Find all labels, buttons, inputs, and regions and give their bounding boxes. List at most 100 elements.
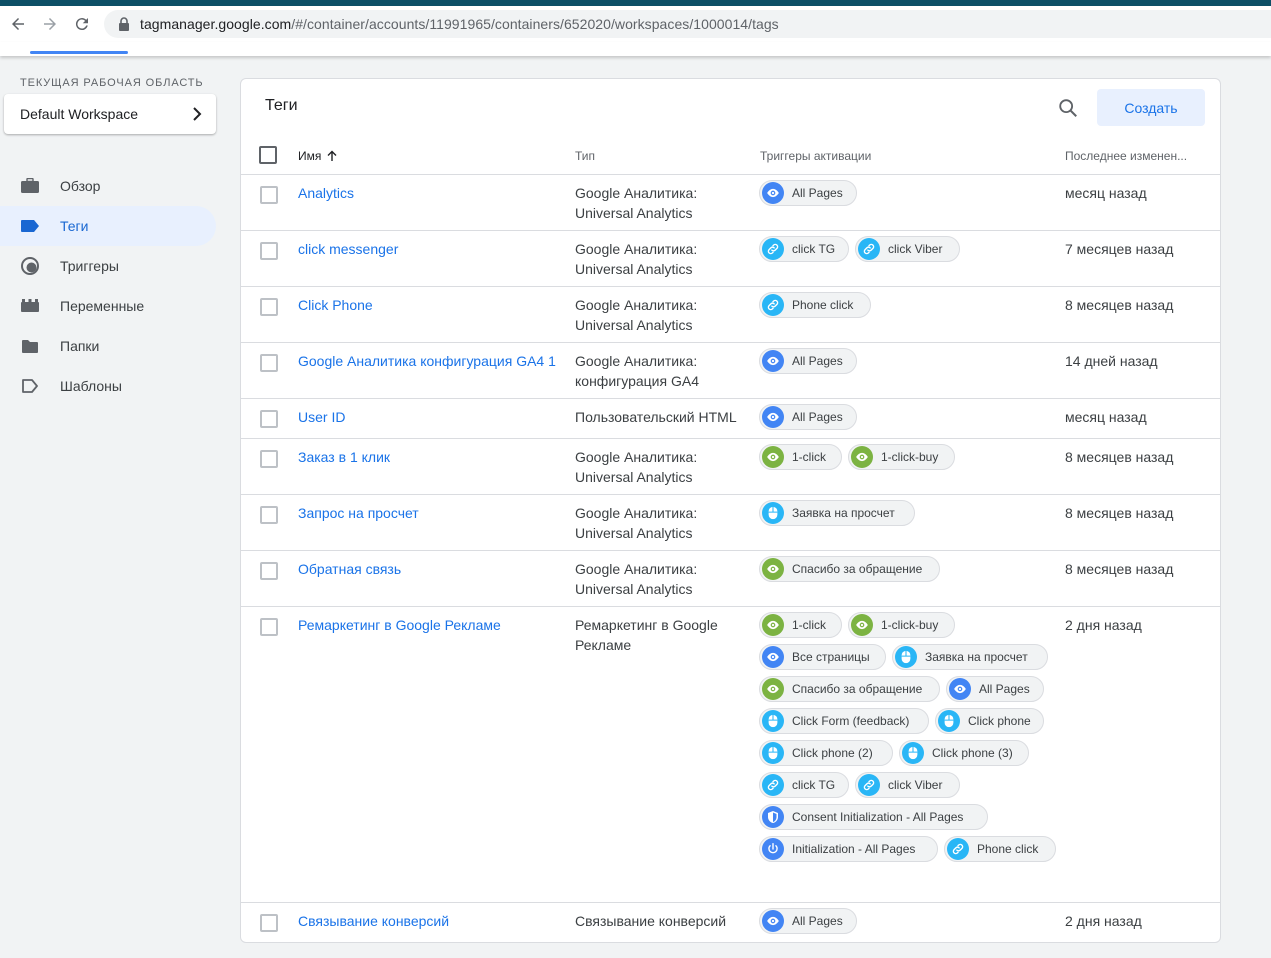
column-header-type[interactable]: Тип xyxy=(575,149,595,163)
row-checkbox[interactable] xyxy=(260,410,278,428)
trigger-chip[interactable]: Заявка на просчет xyxy=(892,644,1048,670)
last-edited: 8 месяцев назад xyxy=(1065,561,1174,577)
back-button[interactable] xyxy=(2,8,34,40)
trigger-chip[interactable]: Все страницы xyxy=(759,644,886,670)
trigger-chip[interactable]: All Pages xyxy=(759,908,857,934)
table-row[interactable]: User ID Пользовательский HTML All Pages мес… xyxy=(241,399,1220,439)
sidebar-item-triggers[interactable]: Триггеры xyxy=(0,246,230,286)
trigger-chip[interactable]: click Viber xyxy=(855,236,960,262)
row-checkbox[interactable] xyxy=(260,562,278,580)
row-checkbox[interactable] xyxy=(260,506,278,524)
trigger-chip[interactable]: Phone click xyxy=(944,836,1056,862)
table-row[interactable]: Запрос на просчет Google Аналитика: Unive… xyxy=(241,495,1220,551)
trigger-chip[interactable]: All Pages xyxy=(946,676,1044,702)
trigger-chip-label: Заявка на просчет xyxy=(925,650,1028,664)
trigger-chip[interactable]: click TG xyxy=(759,236,849,262)
column-header-name-label: Имя xyxy=(298,149,322,163)
trigger-chip[interactable]: 1-click-buy xyxy=(848,612,955,638)
sidebar-item-folders[interactable]: Папки xyxy=(0,326,230,366)
mouse-icon xyxy=(938,710,960,732)
trigger-chip[interactable]: Click phone (2) xyxy=(759,740,893,766)
tag-name-link[interactable]: click messenger xyxy=(298,241,398,257)
eye-icon xyxy=(762,446,784,468)
workspace-selector[interactable]: Default Workspace xyxy=(4,94,216,134)
sidebar-item-tags[interactable]: Теги xyxy=(0,206,216,246)
trigger-chip[interactable]: Спасибо за обращение xyxy=(759,556,940,582)
row-checkbox[interactable] xyxy=(260,298,278,316)
trigger-chip[interactable]: 1-click xyxy=(759,444,842,470)
table-row[interactable]: Analytics Google Аналитика: Universal Ana… xyxy=(241,175,1220,231)
folder-icon xyxy=(20,336,40,356)
trigger-icon xyxy=(20,256,40,276)
row-checkbox[interactable] xyxy=(260,354,278,372)
address-bar[interactable]: tagmanager.google.com/#/container/accoun… xyxy=(104,10,1271,38)
last-edited: месяц назад xyxy=(1065,185,1147,201)
create-tag-button[interactable]: Создать xyxy=(1097,89,1205,126)
row-checkbox[interactable] xyxy=(260,914,278,932)
tag-name-link[interactable]: Click Phone xyxy=(298,297,373,313)
search-icon[interactable] xyxy=(1057,97,1079,119)
sidebar-item-label: Переменные xyxy=(60,298,145,314)
tag-name-link[interactable]: Analytics xyxy=(298,185,354,201)
trigger-chips: click TG click Viber xyxy=(759,236,1059,262)
trigger-chip[interactable]: All Pages xyxy=(759,180,857,206)
tag-name-link[interactable]: Запрос на просчет xyxy=(298,505,419,521)
column-header-triggers[interactable]: Триггеры активации xyxy=(760,149,871,163)
briefcase-icon xyxy=(20,176,40,196)
table-row[interactable]: Ремаркетинг в Google Рекламе Ремаркетинг … xyxy=(241,607,1220,903)
trigger-chip-label: 1-click xyxy=(792,618,827,632)
trigger-chip[interactable]: Phone click xyxy=(759,292,871,318)
select-all-checkbox[interactable] xyxy=(259,146,277,164)
trigger-chip[interactable]: Consent Initialization - All Pages xyxy=(759,804,988,830)
trigger-chip[interactable]: Click Form (feedback) xyxy=(759,708,929,734)
row-checkbox[interactable] xyxy=(260,450,278,468)
mouse-icon xyxy=(762,742,784,764)
arrow-left-icon xyxy=(12,18,24,30)
eye-icon xyxy=(762,182,784,204)
column-header-name[interactable]: Имя xyxy=(298,149,338,163)
sidebar-nav: Обзор Теги Триггеры Переменные Папки Шаб… xyxy=(0,166,230,406)
tag-name-link[interactable]: Google Аналитика конфигурация GA4 1 xyxy=(298,353,556,369)
trigger-chip[interactable]: click Viber xyxy=(855,772,960,798)
sidebar-item-templates[interactable]: Шаблоны xyxy=(0,366,230,406)
reload-button[interactable] xyxy=(66,8,98,40)
table-row[interactable]: Связывание конверсий Связывание конверсий… xyxy=(241,903,1220,942)
table-row[interactable]: Click Phone Google Аналитика: Universal A… xyxy=(241,287,1220,343)
trigger-chip[interactable]: 1-click-buy xyxy=(848,444,955,470)
row-checkbox[interactable] xyxy=(260,242,278,260)
tag-name-link[interactable]: User ID xyxy=(298,409,345,425)
sidebar-item-variables[interactable]: Переменные xyxy=(0,286,230,326)
sidebar-item-label: Теги xyxy=(60,218,89,234)
trigger-chip[interactable]: click TG xyxy=(759,772,849,798)
forward-button[interactable] xyxy=(34,8,66,40)
trigger-chips: 1-click 1-click-buy xyxy=(759,444,1059,470)
trigger-chip-label: Заявка на просчет xyxy=(792,506,895,520)
trigger-chip[interactable]: Click phone xyxy=(935,708,1044,734)
sidebar-item-overview[interactable]: Обзор xyxy=(0,166,230,206)
trigger-chip[interactable]: Initialization - All Pages xyxy=(759,836,938,862)
table-row[interactable]: Заказ в 1 клик Google Аналитика: Universa… xyxy=(241,439,1220,495)
tag-type: Ремаркетинг в Google Рекламе xyxy=(575,617,718,653)
tag-name-link[interactable]: Обратная связь xyxy=(298,561,401,577)
table-row[interactable]: click messenger Google Аналитика: Univers… xyxy=(241,231,1220,287)
tag-type: Google Аналитика: Universal Analytics xyxy=(575,185,698,221)
trigger-chip[interactable]: All Pages xyxy=(759,404,857,430)
table-row[interactable]: Google Аналитика конфигурация GA4 1 Googl… xyxy=(241,343,1220,399)
row-checkbox[interactable] xyxy=(260,186,278,204)
trigger-chip[interactable]: All Pages xyxy=(759,348,857,374)
trigger-chip-label: Click phone (3) xyxy=(932,746,1013,760)
trigger-chip[interactable]: Спасибо за обращение xyxy=(759,676,940,702)
table-row[interactable]: Обратная связь Google Аналитика: Universa… xyxy=(241,551,1220,607)
row-checkbox[interactable] xyxy=(260,618,278,636)
column-header-edited[interactable]: Последнее изменен... xyxy=(1065,149,1187,163)
tag-name-link[interactable]: Заказ в 1 клик xyxy=(298,449,390,465)
trigger-chip[interactable]: Click phone (3) xyxy=(899,740,1029,766)
tag-name-link[interactable]: Связывание конверсий xyxy=(298,913,449,929)
last-edited: месяц назад xyxy=(1065,409,1147,425)
trigger-chip-label: click Viber xyxy=(888,778,943,792)
trigger-chip-label: click TG xyxy=(792,242,836,256)
tag-name-link[interactable]: Ремаркетинг в Google Рекламе xyxy=(298,617,501,633)
trigger-chip[interactable]: 1-click xyxy=(759,612,842,638)
last-edited: 8 месяцев назад xyxy=(1065,505,1174,521)
trigger-chip[interactable]: Заявка на просчет xyxy=(759,500,915,526)
